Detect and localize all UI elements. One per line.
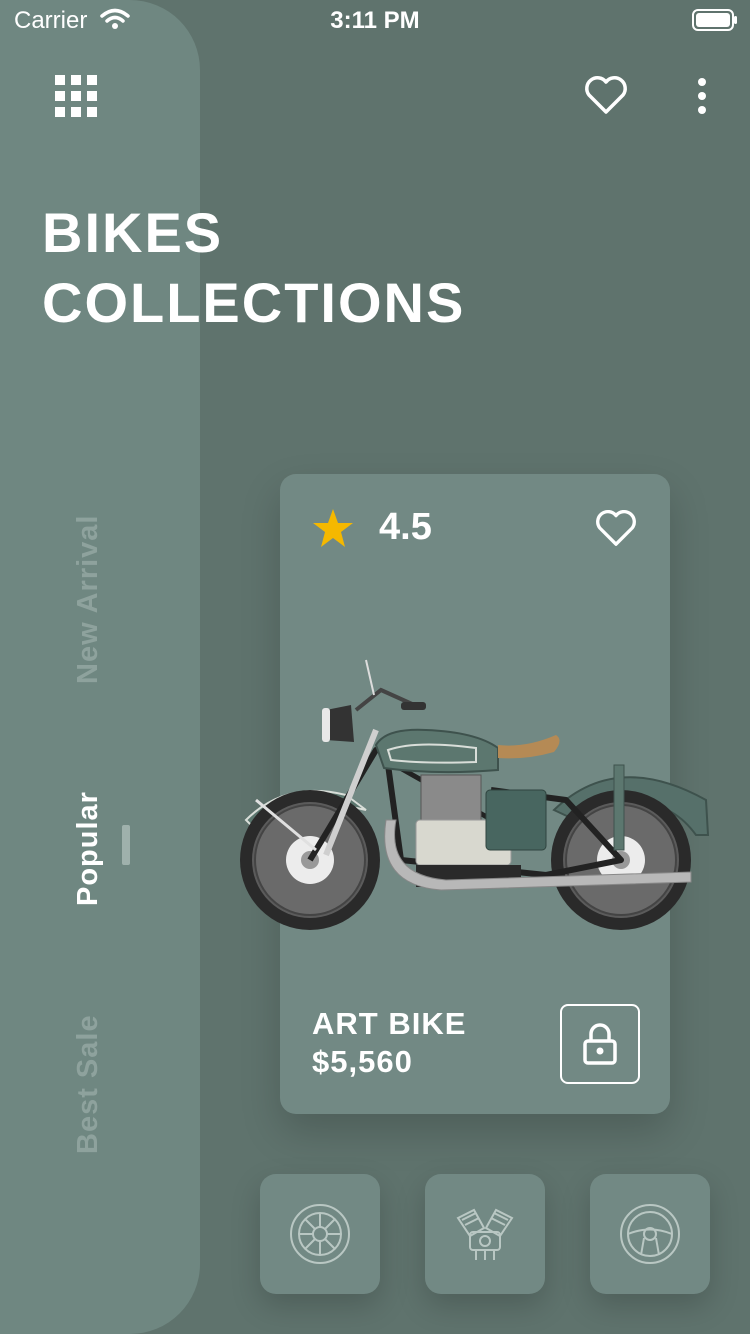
status-bar: Carrier 3:11 PM: [0, 0, 750, 40]
status-time: 3:11 PM: [330, 7, 420, 34]
wheel-category-button[interactable]: [260, 1174, 380, 1294]
engine-category-button[interactable]: [425, 1174, 545, 1294]
motorcycle-image: [240, 659, 710, 930]
favorites-heart-icon[interactable]: [584, 74, 628, 116]
product-price: $5,560: [312, 1044, 413, 1079]
product-name: ART BIKE: [312, 1006, 467, 1041]
title-line-1: BIKES: [42, 201, 224, 264]
steering-wheel-icon: [620, 1204, 680, 1264]
active-tab-indicator: [122, 825, 130, 865]
tab-best-sale[interactable]: Best Sale: [72, 1014, 105, 1154]
battery-icon: [692, 9, 737, 31]
wheel-icon: [290, 1204, 350, 1264]
product-rating: 4.5: [379, 506, 432, 548]
page-title: BIKES COLLECTIONS: [42, 198, 465, 338]
grid-menu-icon[interactable]: [55, 75, 97, 117]
more-options-icon[interactable]: [690, 76, 714, 116]
title-line-2: COLLECTIONS: [42, 271, 466, 334]
steering-category-button[interactable]: [590, 1174, 710, 1294]
tab-new-arrival[interactable]: New Arrival: [72, 515, 105, 685]
lock-button[interactable]: [560, 1004, 640, 1084]
engine-icon: [456, 1208, 514, 1260]
product-heart-icon[interactable]: [595, 508, 637, 548]
star-icon: [313, 509, 353, 547]
lock-icon: [583, 1023, 617, 1065]
tab-popular[interactable]: Popular: [72, 791, 105, 906]
